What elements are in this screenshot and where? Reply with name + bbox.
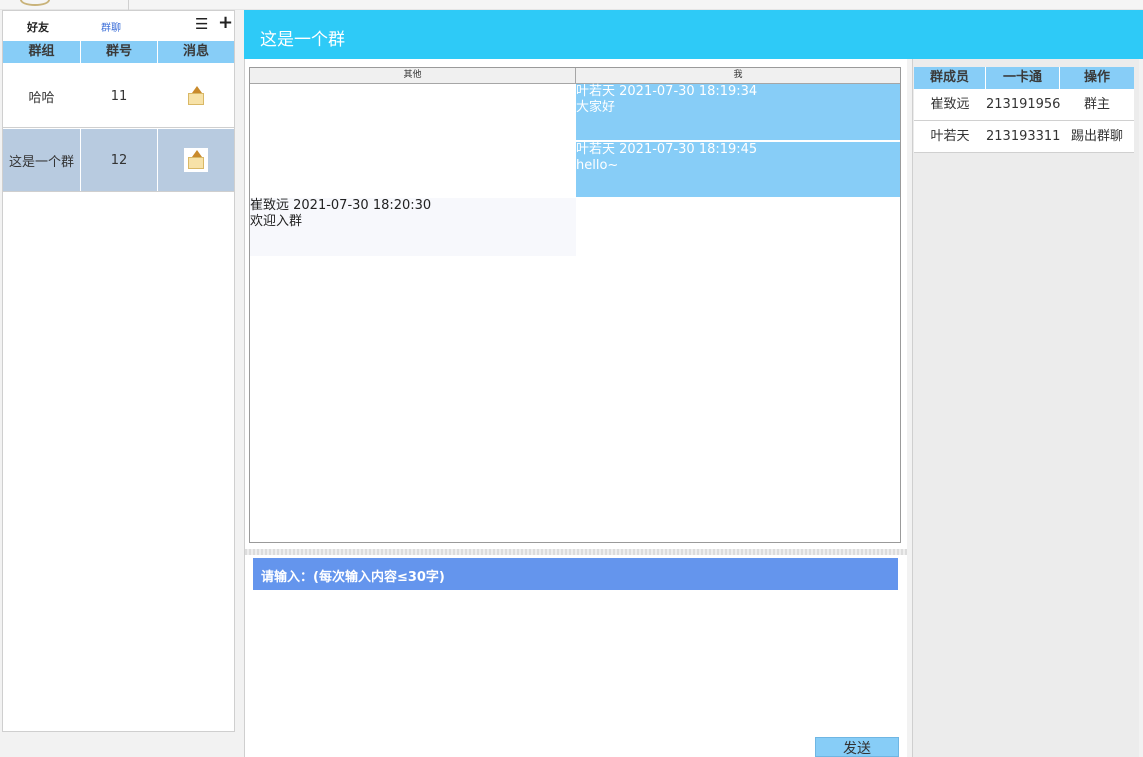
member-card: 213193311 xyxy=(986,129,1061,144)
chat-main-area: 其他 我 叶若天 2021-07-30 18:19:34 大家好 叶若天 202… xyxy=(244,59,907,757)
member-name: 崔致远 xyxy=(930,97,970,112)
group-name: 哈哈 xyxy=(3,65,81,127)
message-meta: 崔致远 2021-07-30 18:20:30 xyxy=(250,198,432,213)
message-other: 崔致远 2021-07-30 18:20:30 欢迎入群 xyxy=(250,198,576,256)
group-row-selected[interactable]: 这是一个群 12 xyxy=(3,129,234,192)
send-button[interactable]: 发送 xyxy=(815,737,899,757)
member-role: 群主 xyxy=(1083,97,1110,112)
member-card: 213191956 xyxy=(986,97,1061,112)
message-me: 叶若天 2021-07-30 18:19:45 hello~ xyxy=(576,141,900,197)
group-name: 这是一个群 xyxy=(3,129,81,191)
message-cell xyxy=(158,129,234,191)
group-id: 12 xyxy=(81,129,158,191)
message-meta: 叶若天 2021-07-30 18:19:34 xyxy=(576,84,758,99)
group-table-header: 群组 群号 消息 xyxy=(3,41,234,63)
kick-member-button[interactable]: 踢出群聊 xyxy=(1060,121,1134,153)
input-label: 请输入：(每次输入内容≤30字) xyxy=(261,570,445,585)
column-header-group: 群组 xyxy=(3,41,81,63)
top-strip xyxy=(0,0,1143,10)
tab-friends[interactable]: 好友 xyxy=(27,19,49,35)
group-row[interactable]: 哈哈 11 xyxy=(3,65,234,128)
member-name: 叶若天 xyxy=(930,129,970,144)
chat-title: 这是一个群 xyxy=(260,30,345,50)
message-text: 大家好 xyxy=(576,100,616,115)
message-me: 叶若天 2021-07-30 18:19:34 大家好 xyxy=(576,84,900,140)
divider xyxy=(128,0,129,10)
message-button[interactable] xyxy=(184,148,208,172)
member-table-header: 群成员 一卡通 操作 xyxy=(914,67,1134,89)
column-header-other: 其他 xyxy=(250,68,576,84)
left-tabs: 好友 群聊 ☰ + xyxy=(3,11,234,41)
message-text: 欢迎入群 xyxy=(250,214,303,229)
splitter-handle[interactable] xyxy=(245,549,907,555)
column-header-card: 一卡通 xyxy=(986,67,1060,89)
column-header-message: 消息 xyxy=(182,44,209,59)
add-icon[interactable]: + xyxy=(218,14,233,32)
message-view: 其他 我 叶若天 2021-07-30 18:19:34 大家好 叶若天 202… xyxy=(249,67,901,543)
menu-icon[interactable]: ☰ xyxy=(195,17,208,32)
member-table: 群成员 一卡通 操作 崔致远 213191956 群主 叶若天 21319331… xyxy=(914,67,1134,153)
member-row: 崔致远 213191956 群主 xyxy=(914,89,1134,121)
message-box-icon[interactable] xyxy=(186,86,206,106)
logo-icon xyxy=(20,0,50,6)
input-label-bar: 请输入：(每次输入内容≤30字) xyxy=(253,558,898,590)
message-text: hello~ xyxy=(576,158,619,173)
column-header-action: 操作 xyxy=(1083,70,1110,85)
message-input[interactable] xyxy=(253,590,898,730)
message-meta: 叶若天 2021-07-30 18:19:45 xyxy=(576,142,758,157)
group-list-panel: 好友 群聊 ☰ + 群组 群号 消息 哈哈 11 这是一个群 12 xyxy=(2,10,235,732)
group-id: 11 xyxy=(81,65,158,127)
message-box-icon xyxy=(186,150,206,170)
member-row: 叶若天 213193311 踢出群聊 xyxy=(914,121,1134,153)
tab-groupchat[interactable]: 群聊 xyxy=(101,19,121,34)
member-panel: 群成员 一卡通 操作 崔致远 213191956 群主 叶若天 21319331… xyxy=(912,59,1139,757)
app-window: 好友 群聊 ☰ + 群组 群号 消息 哈哈 11 这是一个群 12 这是一个群 … xyxy=(0,0,1143,757)
column-header-me: 我 xyxy=(576,68,900,84)
message-cell xyxy=(158,65,234,127)
chat-header: 这是一个群 xyxy=(244,10,1143,59)
column-header-group-id: 群号 xyxy=(81,41,158,63)
column-header-member: 群成员 xyxy=(914,67,986,89)
